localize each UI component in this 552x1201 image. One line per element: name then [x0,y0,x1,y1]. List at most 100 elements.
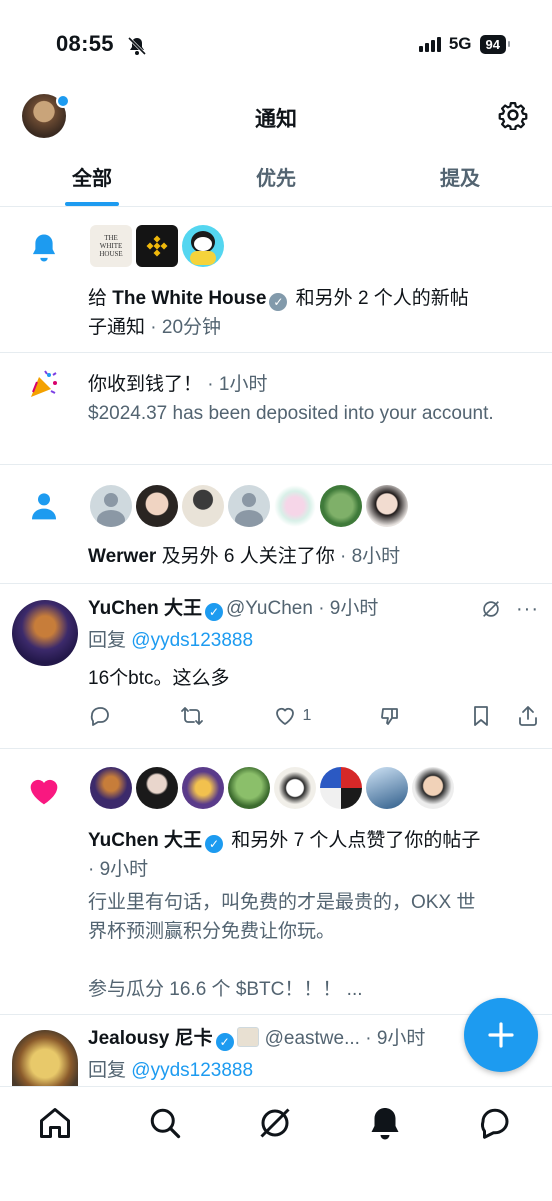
reply-actions: 1 [88,704,540,728]
reply-mention[interactable]: @yyds123888 [131,1060,253,1081]
divider [0,748,552,749]
follower-avatar[interactable] [274,485,316,527]
liker-avatar[interactable] [412,767,454,809]
more-options-icon[interactable]: ··· [516,598,539,621]
liker-avatar[interactable] [90,767,132,809]
penguin-avatar[interactable] [182,225,224,267]
timestamp: · 20分钟 [145,317,222,338]
messages-icon[interactable] [477,1105,513,1141]
reply-mention[interactable]: @yyds123888 [131,630,253,651]
new-posts-text[interactable]: 给 The White House ✓ 和另外 2 个人的新帖 子通知 · 20分… [88,284,526,342]
retweet-icon [181,707,204,725]
default-avatar[interactable] [228,485,270,527]
reply-to-line: 回复 @yyds123888 [88,626,526,655]
bottom-navigation [0,1086,552,1201]
payment-text[interactable]: 你收到钱了！ · 1小时 $2024.37 has been deposited… [88,370,526,428]
follower-avatar[interactable] [136,485,178,527]
whitehouse-avatar[interactable]: THE WHITE HOUSE [90,225,132,267]
network-type: 5G [448,34,472,53]
new-posts-prefix: 给 [88,288,113,309]
liker-name[interactable]: YuChen 大王 [88,830,202,851]
liked-post-line3: 参与瓜分 16.6 个 $BTC！！！ ... [88,979,363,1000]
signal-icon [418,36,441,52]
divider [0,583,552,584]
liker-avatar[interactable] [182,767,224,809]
grok-icon[interactable] [257,1105,293,1141]
reply-prefix: 回复 [88,1060,132,1081]
follower-avatar[interactable] [366,485,408,527]
bookmark-icon[interactable] [470,704,492,728]
author-handle[interactable]: @YuChen [226,598,313,619]
new-posts-rest: 和另外 2 个人的新帖 [290,288,469,309]
search-icon[interactable] [147,1105,183,1141]
payment-body: $2024.37 has been deposited into your ac… [88,403,494,424]
liker-avatar[interactable] [274,767,316,809]
person-icon [32,493,56,520]
follower-avatar[interactable] [320,485,362,527]
follows-text[interactable]: Werwer 及另外 6 人关注了你 · 8小时 [88,542,526,571]
likers-avatars [90,767,454,809]
silent-bell-icon [127,36,147,56]
binance-logo-icon [146,235,168,257]
timestamp: · 1小时 [202,374,268,395]
yuchen-avatar[interactable] [12,600,78,666]
default-avatar[interactable] [90,485,132,527]
like-count: 1 [302,707,312,724]
liked-post-line2: 界杯预测赢积分免费让你玩。 [88,921,336,942]
like-button[interactable]: 1 [273,704,312,728]
reply-header: YuChen 大王 ✓ @YuChen · 9小时 [88,594,472,623]
divider [0,464,552,465]
new-posts-line2: 子通知 [88,317,146,338]
liked-post-preview[interactable]: 行业里有句话，叫免费的才是最贵的，OKX 世 界杯预测赢积分免费让你玩。 参与瓜… [88,888,526,1004]
notifications-bell-icon[interactable] [367,1105,403,1141]
author-name[interactable]: Jealousy 尼卡 [88,1028,213,1049]
share-icon[interactable] [516,704,540,728]
follower-avatar[interactable] [182,485,224,527]
heart-outline-icon [275,707,294,725]
liked-post-line1: 行业里有句话，叫免费的才是最贵的，OKX 世 [88,892,476,913]
affiliate-badge-icon [236,1027,259,1047]
whitehouse-avatar-text: THE WHITE HOUSE [99,234,123,258]
account-name[interactable]: The White House [112,288,266,309]
follows-rest: 及另外 6 人关注了你 [156,546,335,567]
heart-filled-icon [30,779,58,805]
liker-avatar[interactable] [136,767,178,809]
timestamp: · 8小时 [334,546,401,567]
reply-button[interactable] [88,704,112,728]
timestamp: · 9小时 [88,859,149,880]
comment-icon [90,707,109,726]
new-posts-avatars: THE WHITE HOUSE [90,225,224,267]
verified-badge-icon: ✓ [205,835,224,853]
retweet-button[interactable] [179,704,205,728]
battery-indicator: 94 [479,34,511,54]
reply-prefix: 回复 [88,630,132,651]
reply2-header: Jealousy 尼卡 ✓ @eastwe... · 9小时 [88,1024,460,1053]
timestamp: · 9小时 [312,598,379,619]
liker-avatar[interactable] [228,767,270,809]
author-handle[interactable]: @eastwe... [265,1028,360,1049]
likes-text[interactable]: YuChen 大王 ✓ 和另外 7 个人点赞了你的帖子 · 9小时 [88,826,526,884]
bookmark-share-group [470,704,540,728]
author-name[interactable]: YuChen 大王 [88,598,202,619]
reply2-to-line: 回复 @yyds123888 [88,1056,526,1085]
follower-name[interactable]: Werwer [88,546,156,567]
liker-avatar[interactable] [366,767,408,809]
page-title: 通知 [255,108,297,131]
reply-text[interactable]: 16个btc。这么多 [88,664,526,693]
tab-mentions[interactable]: 提及 [368,152,552,206]
followers-avatars [90,485,408,527]
liker-avatar[interactable] [320,767,362,809]
jealousy-avatar[interactable] [12,1030,78,1086]
compose-button[interactable] [464,998,538,1072]
timestamp: · 9小时 [359,1028,426,1049]
status-indicators: 5G 94 [418,34,511,54]
tab-priority[interactable]: 优先 [184,152,368,206]
downvote-button[interactable] [379,704,403,728]
tab-all[interactable]: 全部 [0,152,184,206]
home-icon[interactable] [37,1105,73,1141]
grok-icon[interactable] [480,598,502,620]
settings-gear-icon[interactable] [498,100,528,130]
bell-icon [32,234,56,262]
likes-rest: 和另外 7 个人点赞了你的帖子 [226,830,481,851]
binance-avatar[interactable] [136,225,178,267]
